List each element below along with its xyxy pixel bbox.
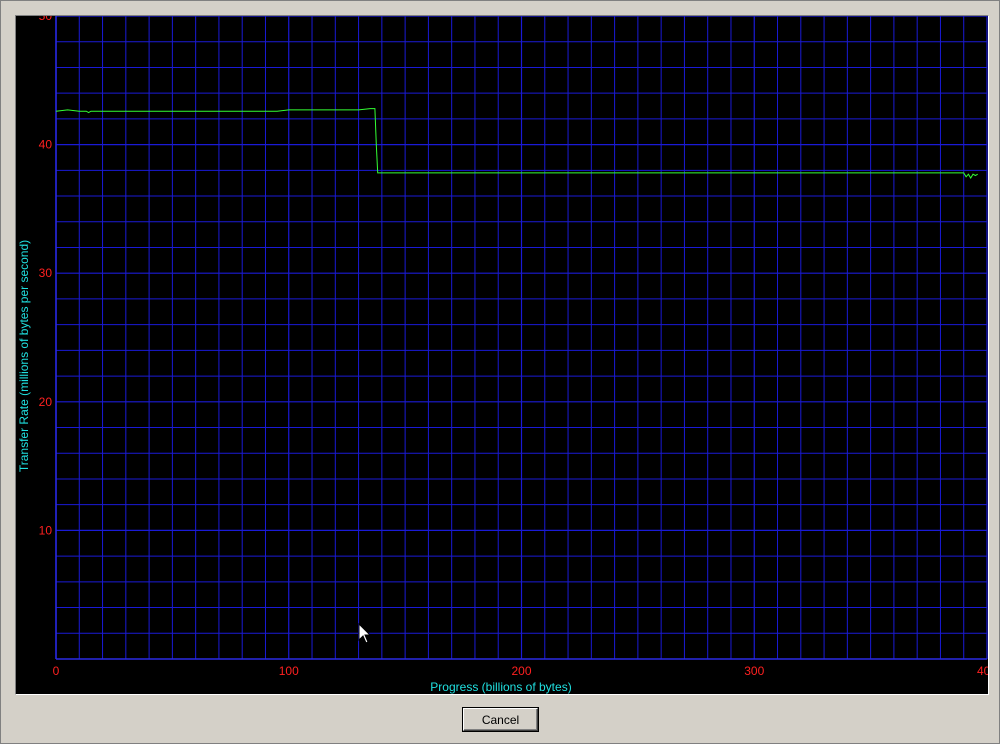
chart-canvas: 0 100 200 300 400 10 20 30 40 50 Progress (billio… [16, 16, 988, 694]
x-axis-label: Progress (billions of bytes) [430, 680, 571, 694]
y-tick-label: 40 [39, 138, 53, 152]
cancel-button[interactable]: Cancel [463, 708, 538, 731]
plot-background [16, 16, 988, 694]
x-tick-label: 200 [511, 664, 531, 678]
y-tick-label: 20 [39, 395, 53, 409]
x-tick-label: 400 [977, 664, 988, 678]
y-axis-label: Transfer Rate (millions of bytes per sec… [17, 240, 31, 472]
y-tick-label: 50 [39, 16, 53, 23]
benchmark-window: 0 100 200 300 400 10 20 30 40 50 Progress (billio… [0, 0, 1000, 744]
arrow-cursor-icon [358, 623, 372, 644]
x-tick-label: 100 [279, 664, 299, 678]
x-tick-label: 300 [744, 664, 764, 678]
grid-lines [55, 16, 988, 660]
x-tick-label: 0 [53, 664, 60, 678]
transfer-rate-chart: 0 100 200 300 400 10 20 30 40 50 Progress (billio… [15, 15, 989, 695]
y-tick-label: 10 [39, 523, 53, 537]
y-tick-label: 30 [39, 266, 53, 280]
